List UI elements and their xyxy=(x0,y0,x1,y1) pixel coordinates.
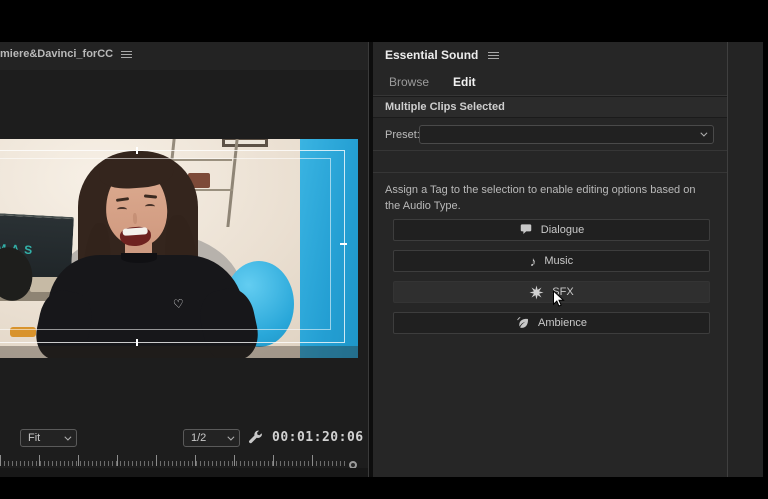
panel-title: Essential Sound xyxy=(385,48,478,62)
playback-resolution-select[interactable]: 1/2 xyxy=(183,429,240,447)
essential-sound-panel: Essential Sound Browse Edit Multiple Cli… xyxy=(373,42,727,477)
selection-status-bar: Multiple Clips Selected xyxy=(373,96,727,118)
ambience-button-label: Ambience xyxy=(538,317,587,329)
monitor-scrollbar-track[interactable] xyxy=(0,468,368,477)
essential-sound-tabs: Browse Edit xyxy=(389,75,476,97)
dialogue-button-label: Dialogue xyxy=(541,224,584,236)
bottom-desk-shadow xyxy=(0,346,358,358)
music-button[interactable]: ♪ Music xyxy=(393,250,710,272)
tab-browse[interactable]: Browse xyxy=(389,75,429,97)
ambience-button[interactable]: Ambience xyxy=(393,312,710,334)
separator xyxy=(373,150,727,151)
zoom-level-select[interactable]: Fit xyxy=(20,429,77,447)
tab-edit[interactable]: Edit xyxy=(453,75,476,97)
monitor-zoom-ruler[interactable] xyxy=(0,452,348,466)
dialogue-button[interactable]: Dialogue xyxy=(393,219,710,241)
monitor-tab-label: miere&Davinci_forCC xyxy=(0,48,113,60)
preset-select[interactable] xyxy=(419,125,714,144)
audio-tag-buttons: Dialogue ♪ Music SFX Ambience xyxy=(393,219,710,334)
chevron-down-icon xyxy=(227,433,234,440)
zoom-level-value: Fit xyxy=(28,432,40,444)
transform-handle-top[interactable] xyxy=(136,147,138,154)
panel-menu-icon[interactable] xyxy=(488,52,499,53)
preset-label: Preset: xyxy=(385,129,420,141)
essential-sound-header: Essential Sound xyxy=(385,48,499,62)
settings-wrench-icon[interactable] xyxy=(248,430,263,445)
premiere-app-window: miere&Davinci_forCC MΛS xyxy=(0,0,768,499)
bottom-black-bar xyxy=(0,477,768,499)
music-note-icon: ♪ xyxy=(530,255,537,268)
adjacent-panel-strip xyxy=(728,42,763,477)
speech-bubble-icon xyxy=(519,223,533,237)
program-monitor-panel: miere&Davinci_forCC MΛS xyxy=(0,42,368,477)
assign-tag-description: Assign a Tag to the selection to enable … xyxy=(385,183,707,215)
chevron-down-icon xyxy=(700,130,707,137)
panel-menu-icon[interactable] xyxy=(121,51,132,52)
monitor-tab[interactable]: miere&Davinci_forCC xyxy=(0,48,132,60)
preset-row: Preset: xyxy=(373,119,727,150)
sfx-burst-icon xyxy=(529,285,544,300)
top-black-bar xyxy=(0,0,768,42)
right-black-edge xyxy=(763,0,768,499)
timecode-display: 00:01:20:06 xyxy=(272,430,364,445)
separator xyxy=(373,172,727,173)
playback-resolution-value: 1/2 xyxy=(191,432,206,444)
transform-handle-bottom[interactable] xyxy=(136,339,138,346)
mouse-cursor xyxy=(552,290,565,309)
chevron-down-icon xyxy=(64,433,71,440)
leaf-icon xyxy=(516,316,530,330)
program-preview[interactable]: MΛS ♡ xyxy=(0,139,358,358)
monitor-tab-bar: miere&Davinci_forCC xyxy=(0,42,368,70)
transform-inner-rect[interactable] xyxy=(0,158,331,330)
music-button-label: Music xyxy=(544,255,573,267)
transform-handle-right[interactable] xyxy=(340,243,347,245)
